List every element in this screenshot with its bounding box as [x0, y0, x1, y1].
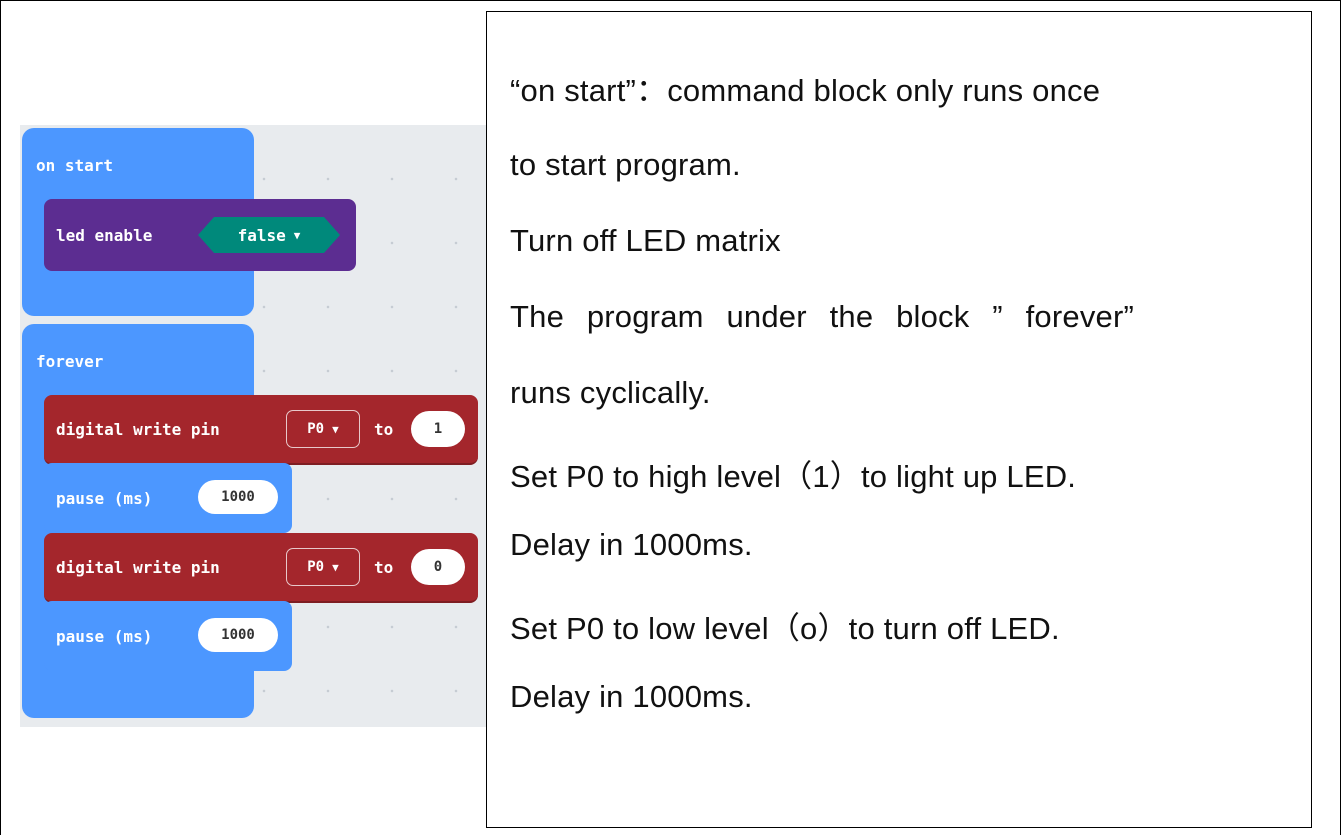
- pause-value-input-2[interactable]: 1000: [198, 618, 278, 652]
- led-enable-label: led enable: [56, 226, 153, 245]
- led-enable-value-dropdown[interactable]: false ▼: [198, 217, 340, 253]
- pin-value-2: P0: [307, 559, 325, 575]
- on-start-label: on start: [36, 156, 114, 175]
- dropdown-arrow-icon: ▼: [293, 228, 301, 242]
- digital-write-label-2: digital write pin: [56, 558, 220, 577]
- digital-write-block-2[interactable]: digital write pin P0 ▼ to 0: [44, 533, 478, 603]
- pause-label-2: pause (ms): [56, 627, 153, 646]
- pause-block-2[interactable]: pause (ms) 1000: [44, 601, 292, 671]
- forever-label: forever: [36, 352, 104, 371]
- dropdown-arrow-icon: ▼: [332, 422, 339, 436]
- digital-write-label-1: digital write pin: [56, 420, 220, 439]
- explanation-line-2: to start program.: [510, 147, 741, 182]
- led-enable-block[interactable]: led enable false ▼: [44, 199, 356, 271]
- digital-write-block-1[interactable]: digital write pin P0 ▼ to 1: [44, 395, 478, 465]
- explanation-line-1: “on start”：command block only runs once: [510, 73, 1101, 108]
- digital-value-input-1[interactable]: 1: [411, 411, 465, 447]
- to-label-2: to: [374, 558, 394, 577]
- explanation-line-9: Delay in 1000ms.: [510, 679, 753, 714]
- led-enable-value: false: [237, 225, 286, 245]
- to-label-1: to: [374, 420, 394, 439]
- explanation-line-3: Turn off LED matrix: [510, 223, 781, 258]
- dropdown-arrow-icon: ▼: [332, 560, 339, 574]
- pin-value-1: P0: [307, 421, 325, 437]
- pin-dropdown-2[interactable]: P0 ▼: [286, 548, 360, 586]
- explanation-line-5: runs cyclically.: [510, 375, 711, 410]
- explanation-line-4: The program under the block ” forever”: [510, 299, 1135, 334]
- digital-value-input-2[interactable]: 0: [411, 549, 465, 585]
- explanation-box: “on start”：command block only runs once …: [486, 11, 1312, 828]
- pause-block-1[interactable]: pause (ms) 1000: [44, 463, 292, 533]
- explanation-line-7: Delay in 1000ms.: [510, 527, 753, 562]
- pause-value-input-1[interactable]: 1000: [198, 480, 278, 514]
- pin-dropdown-1[interactable]: P0 ▼: [286, 410, 360, 448]
- explanation-line-6: Set P0 to high level（1）to light up LED.: [510, 459, 1077, 494]
- explanation-line-8: Set P0 to low level（o）to turn off LED.: [510, 611, 1060, 646]
- pause-label-1: pause (ms): [56, 489, 153, 508]
